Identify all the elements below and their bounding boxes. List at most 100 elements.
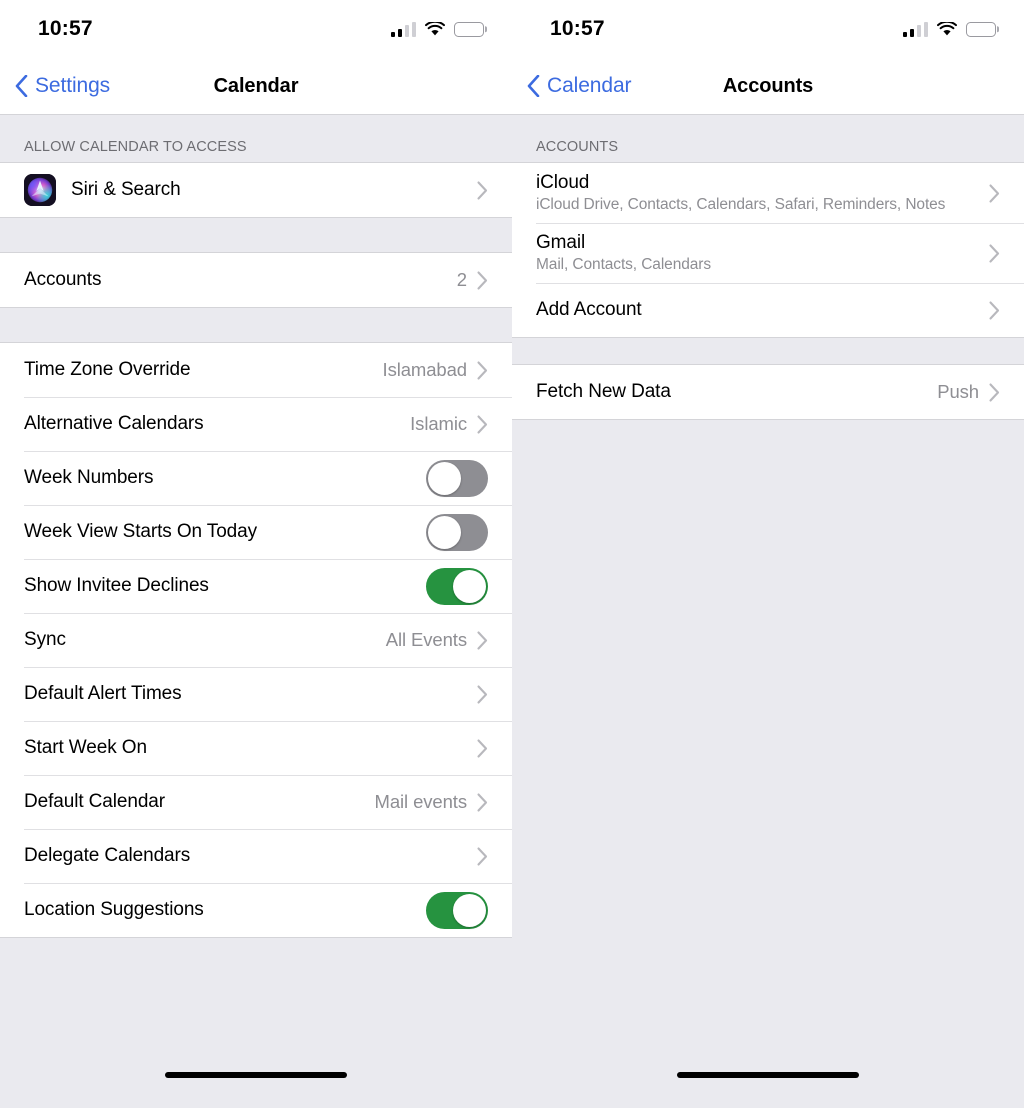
back-button-calendar[interactable]: Calendar xyxy=(512,74,632,98)
settings-scroll-area: ALLOW CALENDAR TO ACCESS Siri & Search A… xyxy=(0,115,512,1060)
row-label: Add Account xyxy=(536,299,642,320)
row-time-zone-override[interactable]: Time Zone Override Islamabad xyxy=(0,343,512,397)
toggle-show-invitee-declines[interactable] xyxy=(426,567,488,605)
section-header-allow-access: ALLOW CALENDAR TO ACCESS xyxy=(24,139,247,155)
accounts-scroll-area: ACCOUNTS iCloud iCloud Drive, Contacts, … xyxy=(512,115,1024,1060)
back-button-settings[interactable]: Settings xyxy=(0,74,110,98)
chevron-right-icon xyxy=(989,300,1000,320)
chevron-right-icon xyxy=(477,630,488,650)
wifi-icon xyxy=(425,21,445,35)
row-label: Default Alert Times xyxy=(24,683,182,704)
row-default-alert-times[interactable]: Default Alert Times xyxy=(0,667,512,721)
row-default-calendar[interactable]: Default Calendar Mail events xyxy=(0,775,512,829)
group-accounts-list: iCloud iCloud Drive, Contacts, Calendars… xyxy=(512,162,1024,338)
row-label: iCloud xyxy=(536,172,590,193)
row-subtitle: iCloud Drive, Contacts, Calendars, Safar… xyxy=(536,196,946,213)
row-alternative-calendars[interactable]: Alternative Calendars Islamic xyxy=(0,397,512,451)
row-label: Siri & Search xyxy=(71,179,181,200)
dual-screenshot-container: 10:57 Settings Calendar ALLOW CALENDAR T… xyxy=(0,0,1024,1108)
chevron-right-icon xyxy=(477,360,488,380)
wifi-icon xyxy=(937,21,957,35)
row-label: Default Calendar xyxy=(24,791,165,812)
status-time: 10:57 xyxy=(550,17,605,40)
row-label: Week Numbers xyxy=(24,467,154,488)
row-label: Start Week On xyxy=(24,737,147,758)
row-week-numbers[interactable]: Week Numbers xyxy=(0,451,512,505)
home-indicator-area xyxy=(0,1060,512,1090)
chevron-right-icon xyxy=(477,738,488,758)
row-start-week-on[interactable]: Start Week On xyxy=(0,721,512,775)
chevron-right-icon xyxy=(989,382,1000,402)
siri-app-icon xyxy=(24,174,56,206)
toggle-week-numbers[interactable] xyxy=(426,459,488,497)
home-indicator-area xyxy=(512,1060,1024,1090)
chevron-right-icon xyxy=(989,243,1000,263)
status-icons xyxy=(390,21,484,37)
chevron-right-icon xyxy=(477,414,488,434)
row-text: iCloud iCloud Drive, Contacts, Calendars… xyxy=(536,163,989,223)
row-show-invitee-declines[interactable]: Show Invitee Declines xyxy=(0,559,512,613)
chevron-right-icon xyxy=(477,792,488,812)
cellular-signal-icon xyxy=(390,21,416,37)
row-label: Accounts xyxy=(24,269,102,290)
navigation-bar: Settings Calendar xyxy=(0,58,512,115)
battery-icon xyxy=(454,21,484,37)
bottom-spacer xyxy=(0,1090,512,1108)
row-value: Push xyxy=(937,381,979,402)
home-indicator[interactable] xyxy=(165,1072,347,1078)
row-label: Sync xyxy=(24,629,66,650)
right-screen-accounts: 10:57 Calendar Accounts ACCOUNTS iCloud … xyxy=(512,0,1024,1108)
row-value: Islamabad xyxy=(382,359,468,380)
row-label: Location Suggestions xyxy=(24,899,204,920)
row-delegate-calendars[interactable]: Delegate Calendars xyxy=(0,829,512,883)
row-value-account-count: 2 xyxy=(456,269,467,290)
chevron-left-icon xyxy=(527,75,540,97)
row-label: Gmail xyxy=(536,232,586,253)
row-sync[interactable]: Sync All Events xyxy=(0,613,512,667)
row-siri-and-search[interactable]: Siri & Search xyxy=(0,163,512,217)
status-bar: 10:57 xyxy=(512,0,1024,58)
row-label: Alternative Calendars xyxy=(24,413,204,434)
row-text: Gmail Mail, Contacts, Calendars xyxy=(536,223,989,283)
cellular-signal-icon xyxy=(902,21,928,37)
row-account-icloud[interactable]: iCloud iCloud Drive, Contacts, Calendars… xyxy=(512,163,1024,223)
chevron-right-icon xyxy=(477,684,488,704)
toggle-location-suggestions[interactable] xyxy=(426,891,488,929)
row-value: All Events xyxy=(385,629,467,650)
chevron-right-icon xyxy=(989,183,1000,203)
row-add-account[interactable]: Add Account xyxy=(512,283,1024,337)
battery-icon xyxy=(966,21,996,37)
navigation-bar: Calendar Accounts xyxy=(512,58,1024,115)
row-label: Show Invitee Declines xyxy=(24,575,209,596)
row-label: Week View Starts On Today xyxy=(24,521,258,542)
back-button-label: Settings xyxy=(35,74,111,97)
row-value: Islamic xyxy=(410,413,467,434)
bottom-spacer xyxy=(512,1090,1024,1108)
row-week-view-starts-on-today[interactable]: Week View Starts On Today xyxy=(0,505,512,559)
row-fetch-new-data[interactable]: Fetch New Data Push xyxy=(512,365,1024,419)
group-calendar-options: Time Zone Override Islamabad Alternative… xyxy=(0,342,512,938)
status-bar: 10:57 xyxy=(0,0,512,58)
left-screen-calendar-settings: 10:57 Settings Calendar ALLOW CALENDAR T… xyxy=(0,0,512,1108)
chevron-right-icon xyxy=(477,846,488,866)
section-header-accounts: ACCOUNTS xyxy=(536,139,619,155)
row-label: Delegate Calendars xyxy=(24,845,191,866)
group-allow-access: Siri & Search xyxy=(0,162,512,218)
status-icons xyxy=(902,21,996,37)
home-indicator[interactable] xyxy=(677,1072,859,1078)
group-accounts: Accounts 2 xyxy=(0,252,512,308)
row-label: Fetch New Data xyxy=(536,381,671,402)
chevron-left-icon xyxy=(15,75,28,97)
row-label: Time Zone Override xyxy=(24,359,191,380)
chevron-right-icon xyxy=(477,180,488,200)
row-accounts[interactable]: Accounts 2 xyxy=(0,253,512,307)
row-account-gmail[interactable]: Gmail Mail, Contacts, Calendars xyxy=(512,223,1024,283)
status-time: 10:57 xyxy=(38,17,93,40)
toggle-week-view-starts-on-today[interactable] xyxy=(426,513,488,551)
back-button-label: Calendar xyxy=(547,74,632,97)
row-location-suggestions[interactable]: Location Suggestions xyxy=(0,883,512,937)
chevron-right-icon xyxy=(477,270,488,290)
